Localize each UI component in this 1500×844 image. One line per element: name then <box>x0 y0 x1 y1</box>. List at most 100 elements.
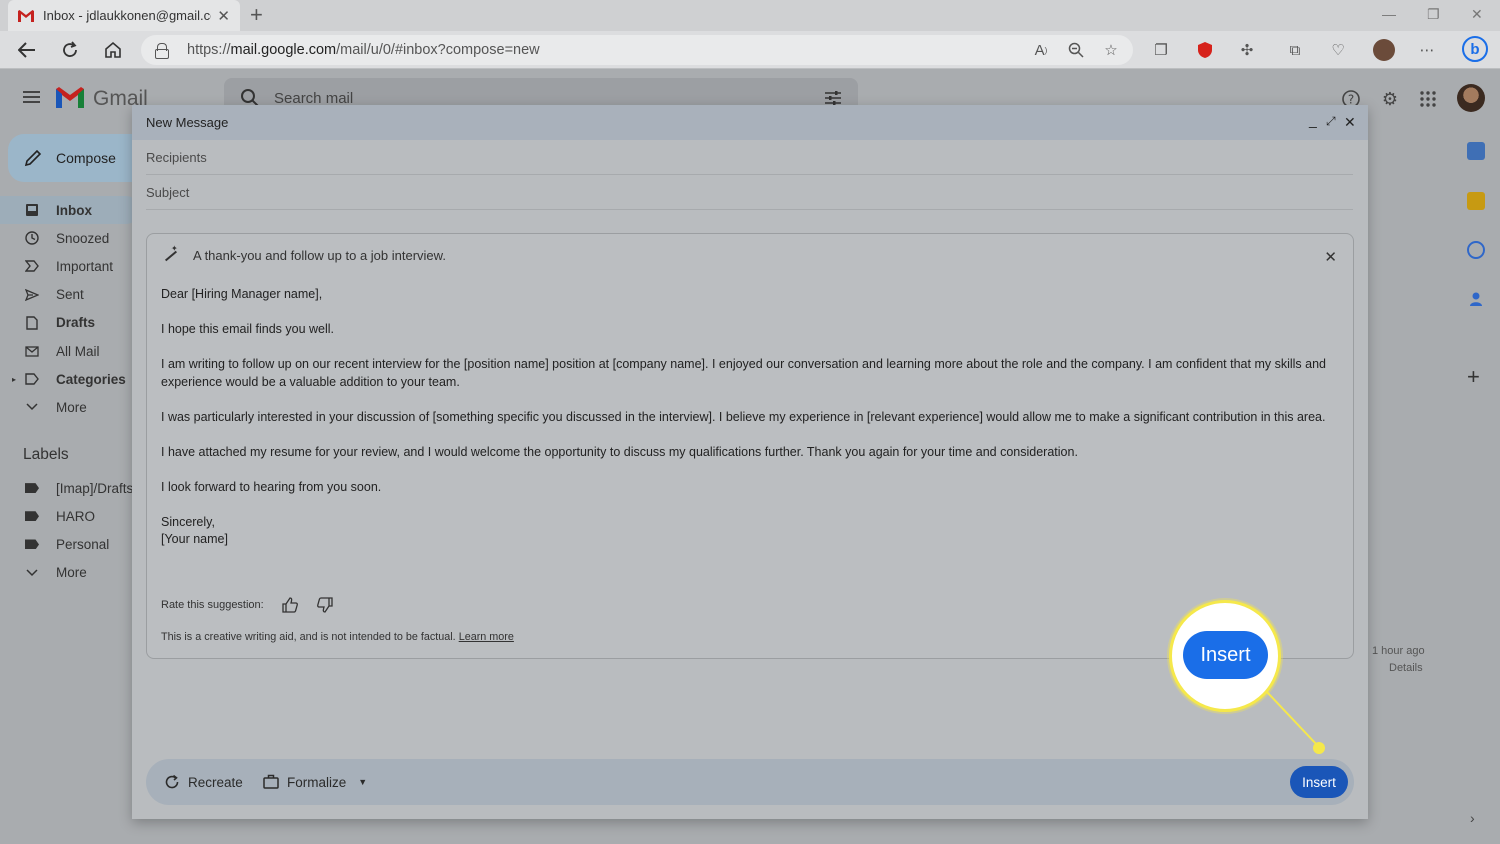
url-host: mail.google.com <box>230 42 337 58</box>
label-tag-icon <box>24 536 40 552</box>
lock-icon <box>155 43 169 59</box>
sidebar-item-label: All Mail <box>56 343 100 359</box>
thumbs-down-icon[interactable] <box>316 596 334 614</box>
briefcase-icon <box>263 774 279 790</box>
suggestion-action-bar: Recreate Formalize ▼ <box>146 759 1354 805</box>
magic-wand-icon <box>163 244 178 263</box>
chevron-down-icon <box>24 565 40 581</box>
sidebar-item-inbox[interactable]: Inbox <box>0 196 140 225</box>
expand-side-panel-icon[interactable]: › <box>1470 810 1475 826</box>
formalize-button[interactable]: Formalize ▼ <box>263 759 367 805</box>
read-aloud-icon[interactable]: A) <box>1032 41 1050 59</box>
refresh-icon <box>164 774 180 790</box>
label-item-more[interactable]: More <box>0 559 140 587</box>
gmail-logo-icon <box>56 86 84 108</box>
tasks-icon[interactable] <box>1467 241 1485 259</box>
add-addon-icon[interactable]: + <box>1467 366 1485 388</box>
caret-down-icon[interactable]: ▼ <box>358 777 367 787</box>
background-details-link[interactable]: Details <box>1389 662 1423 674</box>
label-item-imap-drafts[interactable]: [Imap]/Drafts <box>0 474 140 502</box>
browser-toolbar: https://mail.google.com/mail/u/0/#inbox?… <box>0 31 1500 69</box>
browser-tab-bar: Inbox - jdlaukkonen@gmail.com ✕ + — ❐ ✕ <box>0 0 1500 31</box>
label-item-haro[interactable]: HARO <box>0 502 140 530</box>
label-item-text: [Imap]/Drafts <box>56 480 134 496</box>
url-prefix: https:// <box>187 42 231 58</box>
bing-chat-icon[interactable]: b <box>1462 36 1488 62</box>
calendar-icon[interactable] <box>1467 142 1485 160</box>
restore-window-icon[interactable]: ❐ <box>1427 6 1440 23</box>
sidebar-item-snoozed[interactable]: Snoozed <box>0 224 140 252</box>
thumbs-up-icon[interactable] <box>281 596 299 614</box>
url-path: /mail/u/0/#inbox?compose=new <box>336 42 540 58</box>
label-icon <box>24 371 40 387</box>
minimize-window-icon[interactable]: — <box>1382 6 1396 22</box>
label-item-text: HARO <box>56 508 96 524</box>
letter-paragraph: I have attached my resume for your revie… <box>161 444 1078 459</box>
collections-add-icon[interactable]: ⧉ <box>1286 41 1304 59</box>
chevron-down-icon <box>24 399 40 415</box>
extension-shield-icon[interactable] <box>1196 41 1214 59</box>
close-icon[interactable]: ✕ <box>1344 114 1356 131</box>
help-me-write-suggestion: A thank-you and follow up to a job inter… <box>146 233 1354 659</box>
letter-paragraph: I look forward to hearing from you soon. <box>161 479 382 494</box>
learn-more-link[interactable]: Learn more <box>459 631 514 643</box>
label-tag-icon <box>24 480 40 496</box>
subject-field[interactable]: Subject <box>146 175 1353 210</box>
important-icon <box>24 258 40 274</box>
reload-icon[interactable] <box>59 39 81 61</box>
more-menu-icon[interactable]: ⋯ <box>1418 41 1436 59</box>
disclaimer: This is a creative writing aid, and is n… <box>161 631 514 643</box>
send-icon <box>24 287 40 303</box>
compose-header: New Message _ ⤢ ✕ <box>132 105 1368 140</box>
sidebar-item-more[interactable]: More <box>0 393 140 421</box>
sidebar-item-label: Important <box>56 258 114 274</box>
expand-arrow-icon[interactable]: ▸ <box>12 375 16 384</box>
gmail-favicon-icon <box>18 9 34 22</box>
keep-icon[interactable] <box>1467 192 1485 210</box>
inbox-icon <box>24 202 40 218</box>
sidebar-nav: Inbox Snoozed Important Sent Drafts All … <box>0 196 140 422</box>
insert-button[interactable]: Insert <box>1290 766 1348 798</box>
apps-grid-icon[interactable] <box>1418 89 1438 109</box>
sidebar-item-categories[interactable]: ▸ Categories <box>0 365 140 393</box>
settings-gear-icon[interactable]: ⚙ <box>1380 89 1400 109</box>
formalize-label: Formalize <box>287 774 347 790</box>
sidebar-item-drafts[interactable]: Drafts <box>0 309 140 337</box>
draft-icon <box>24 315 40 331</box>
letter-paragraph: Dear [Hiring Manager name], <box>161 287 323 301</box>
zoom-out-icon[interactable] <box>1067 41 1085 59</box>
contacts-icon[interactable] <box>1467 290 1485 308</box>
disclaimer-text: This is a creative writing aid, and is n… <box>161 631 456 643</box>
letter-closing: Sincerely, <box>161 514 215 529</box>
prompt-text: A thank-you and follow up to a job inter… <box>193 248 446 263</box>
new-tab-icon[interactable]: + <box>250 4 263 26</box>
sidebar-item-sent[interactable]: Sent <box>0 281 140 309</box>
browser-essentials-icon[interactable]: ♡ <box>1329 41 1347 59</box>
address-bar[interactable]: https://mail.google.com/mail/u/0/#inbox?… <box>141 35 1133 65</box>
tab-close-icon[interactable]: ✕ <box>217 7 230 25</box>
subject-placeholder: Subject <box>146 184 190 200</box>
account-avatar[interactable] <box>1457 84 1485 112</box>
main-menu-icon[interactable] <box>23 91 40 103</box>
sidebar-item-label: More <box>56 399 87 415</box>
compose-button[interactable]: Compose <box>8 134 148 182</box>
recreate-button[interactable]: Recreate <box>164 759 243 805</box>
fullscreen-icon[interactable]: ⤢ <box>1326 114 1336 129</box>
collections-icon[interactable]: ❐ <box>1152 41 1170 59</box>
profile-avatar-icon[interactable] <box>1373 39 1395 61</box>
extensions-puzzle-icon[interactable]: ✣ <box>1238 41 1256 59</box>
suggested-letter: Dear [Hiring Manager name], I hope this … <box>161 286 1341 549</box>
recipients-field[interactable]: Recipients <box>146 140 1353 175</box>
pencil-icon <box>24 149 42 167</box>
label-item-personal[interactable]: Personal <box>0 530 140 558</box>
back-arrow-icon[interactable] <box>16 39 38 61</box>
close-window-icon[interactable]: ✕ <box>1471 6 1483 23</box>
labels-heading: Labels <box>23 446 69 463</box>
favorite-star-icon[interactable]: ☆ <box>1102 41 1120 59</box>
browser-tab[interactable]: Inbox - jdlaukkonen@gmail.com ✕ <box>8 0 240 31</box>
home-icon[interactable] <box>102 39 124 61</box>
minimize-icon[interactable]: _ <box>1309 112 1317 128</box>
sidebar-item-important[interactable]: Important <box>0 252 140 280</box>
close-suggestion-icon[interactable]: ✕ <box>1324 248 1337 266</box>
sidebar-item-all-mail[interactable]: All Mail <box>0 337 140 365</box>
